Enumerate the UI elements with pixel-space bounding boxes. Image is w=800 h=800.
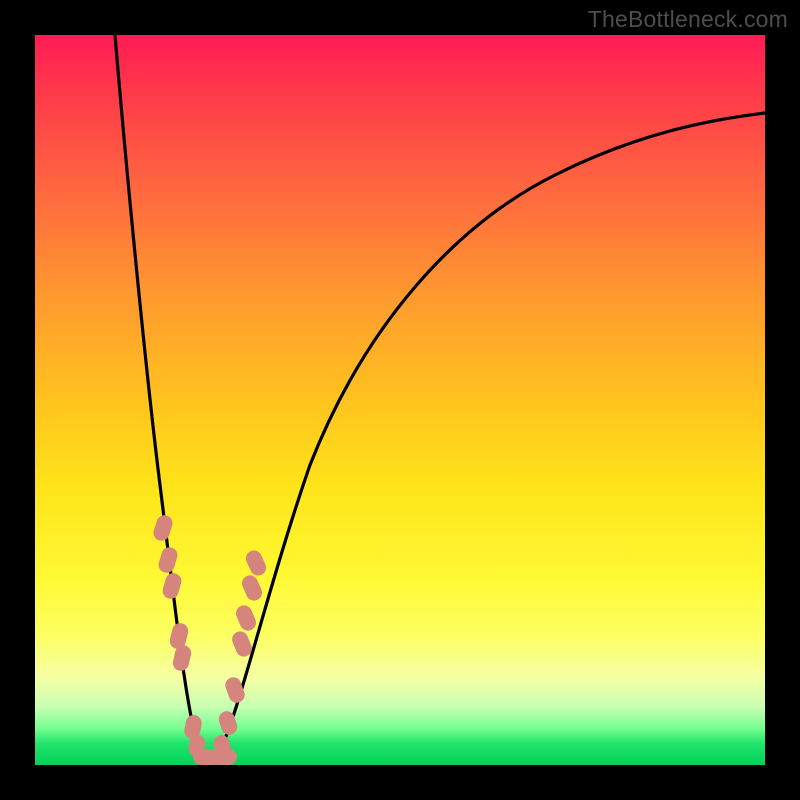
marker xyxy=(234,603,259,633)
marker xyxy=(239,573,264,603)
marker-group xyxy=(151,513,268,765)
marker xyxy=(161,571,184,600)
bottleneck-curve xyxy=(115,35,765,761)
watermark-text: TheBottleneck.com xyxy=(588,6,788,33)
marker xyxy=(157,545,180,575)
marker xyxy=(217,709,240,737)
marker xyxy=(151,513,174,543)
plot-area xyxy=(35,35,765,765)
curve-layer xyxy=(35,35,765,765)
chart-stage: TheBottleneck.com xyxy=(0,0,800,800)
marker xyxy=(243,548,268,578)
